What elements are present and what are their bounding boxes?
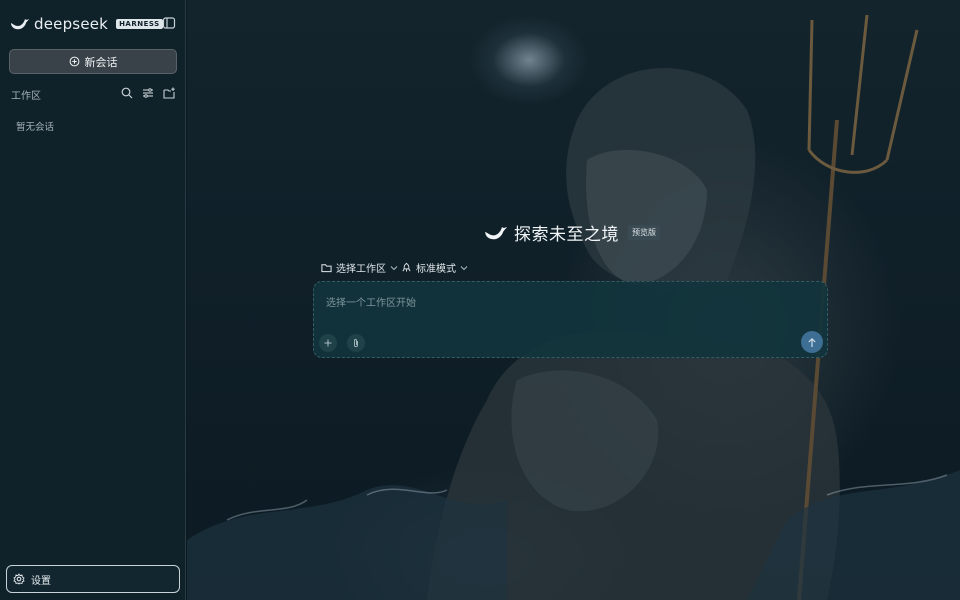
composer	[313, 281, 828, 358]
send-button[interactable]	[801, 331, 823, 353]
workspace-select[interactable]: 选择工作区	[321, 260, 398, 275]
folder-icon	[321, 263, 332, 272]
new-chat-button[interactable]: 新会话	[9, 49, 177, 74]
plus-icon	[324, 339, 332, 347]
hero-header: 探索未至之境 预览版	[484, 220, 660, 245]
brand-name: deepseek	[34, 15, 109, 33]
sidebar: deepseek HARNESS 新会话 工作区 暂无会话 设置	[0, 0, 186, 600]
chevron-down-icon	[390, 265, 398, 270]
mode-select-label: 标准模式	[416, 264, 456, 275]
arrow-up-icon	[808, 337, 816, 347]
paperclip-icon	[354, 338, 358, 347]
search-icon[interactable]	[120, 86, 134, 100]
settings-button[interactable]: 设置	[6, 565, 180, 593]
settings-label: 设置	[31, 575, 51, 587]
chevron-down-icon	[460, 265, 468, 270]
add-button[interactable]	[319, 334, 337, 352]
brand: deepseek HARNESS	[10, 15, 163, 33]
workspace-select-label: 选择工作区	[336, 264, 386, 275]
new-chat-label: 新会话	[84, 55, 118, 69]
gear-icon	[13, 573, 25, 585]
brand-tag: HARNESS	[116, 19, 163, 29]
preview-badge: 预览版	[628, 225, 660, 240]
empty-conversations: 暂无会话	[16, 122, 55, 133]
logo-icon	[485, 226, 507, 239]
mode-select[interactable]: 标准模式	[401, 260, 468, 275]
message-input[interactable]	[324, 293, 788, 313]
hero-title: 探索未至之境	[514, 225, 619, 245]
mode-icon	[402, 262, 411, 272]
plus-circle-icon	[69, 56, 79, 67]
logo-icon	[11, 19, 29, 30]
new-folder-icon[interactable]	[162, 86, 176, 100]
filter-icon[interactable]	[141, 86, 155, 100]
attach-button[interactable]	[347, 334, 365, 352]
workspace-heading: 工作区	[11, 91, 41, 102]
sidebar-toggle-icon[interactable]	[162, 16, 176, 30]
